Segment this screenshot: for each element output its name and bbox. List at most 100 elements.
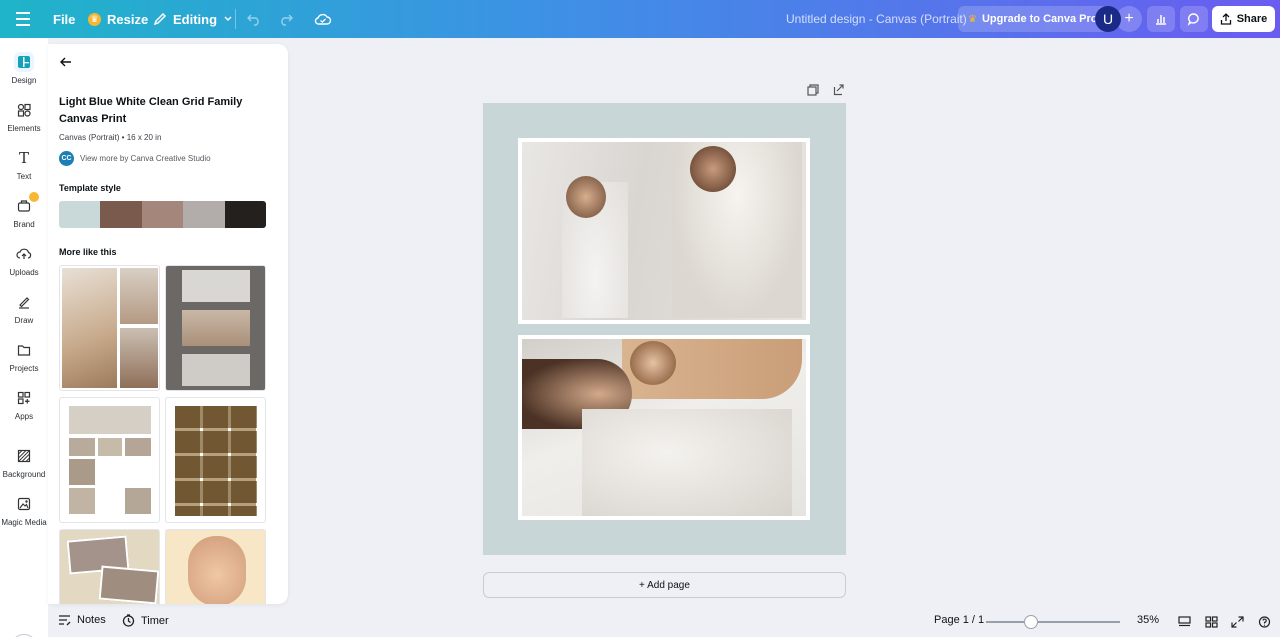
add-page-icon[interactable] — [833, 84, 845, 96]
rail-item-uploads[interactable]: Uploads — [0, 244, 48, 277]
creator-row[interactable]: CC View more by Canva Creative Studio — [59, 151, 211, 166]
apps-icon — [14, 388, 34, 408]
crown-icon: ♛ — [88, 12, 101, 26]
more-like-this-heading: More like this — [59, 247, 117, 257]
zoom-slider-track[interactable] — [986, 621, 1120, 623]
undo-icon — [247, 14, 259, 26]
template-thumbnail[interactable] — [165, 397, 266, 523]
crown-badge-icon — [29, 192, 39, 202]
design-title[interactable]: Untitled design - Canvas (Portrait) — [786, 12, 967, 26]
upgrade-button[interactable]: ♛ Upgrade to Canva Pro — [958, 6, 1108, 32]
toolbar-divider — [235, 9, 236, 29]
rail-label-magic-media: Magic Media — [1, 518, 47, 527]
template-title: Light Blue White Clean Grid Family Canva… — [59, 96, 243, 125]
share-button[interactable]: Share — [1212, 6, 1275, 32]
rail-label-draw: Draw — [14, 316, 34, 325]
template-thumbnail[interactable] — [59, 397, 160, 523]
template-meta: Canvas (Portrait) • 16 x 20 in — [59, 133, 162, 142]
color-palette[interactable] — [59, 201, 266, 228]
page-tools — [807, 84, 845, 96]
photo-frame[interactable] — [518, 138, 810, 324]
editing-label: Editing — [173, 11, 218, 27]
swatch[interactable] — [183, 201, 225, 228]
pencil-icon — [153, 12, 167, 26]
rail-label-elements: Elements — [7, 124, 41, 133]
template-thumbnail[interactable] — [165, 529, 266, 604]
notes-label: Notes — [77, 614, 106, 626]
template-thumbnail[interactable] — [165, 265, 266, 391]
rail-item-magic-media[interactable]: Magic Media — [0, 494, 48, 527]
save-status-button[interactable] — [314, 0, 332, 38]
chevron-down-icon — [224, 16, 232, 22]
avatar[interactable]: U — [1095, 6, 1121, 32]
editing-mode-button[interactable]: Editing — [153, 0, 233, 38]
timer-button[interactable]: Timer — [122, 614, 169, 627]
crown-icon: ♛ — [968, 13, 977, 25]
rail-item-draw[interactable]: Draw — [0, 292, 48, 325]
rail-label-design: Design — [11, 76, 37, 85]
rail-item-projects[interactable]: Projects — [0, 340, 48, 373]
magic-media-icon — [14, 494, 34, 514]
swatch[interactable] — [141, 201, 184, 228]
rail-label-apps: Apps — [14, 412, 34, 421]
redo-button[interactable] — [278, 0, 294, 38]
template-style-heading: Template style — [59, 183, 121, 193]
page-indicator[interactable]: Page 1 / 1 — [934, 614, 984, 626]
rail-item-elements[interactable]: Elements — [0, 100, 48, 133]
rail-item-apps[interactable]: Apps — [0, 388, 48, 421]
redo-icon — [281, 14, 293, 26]
template-thumbnail[interactable] — [59, 265, 160, 391]
rail-item-background[interactable]: Background — [0, 446, 48, 479]
projects-icon — [14, 340, 34, 360]
rail-item-brand[interactable]: Brand — [0, 192, 48, 229]
arrow-left-icon — [60, 57, 71, 67]
top-bar: File ♛ Resize Editing Untitled design - … — [0, 0, 1280, 38]
family-photo-1[interactable] — [522, 142, 806, 320]
rail-item-text[interactable]: T Text — [0, 148, 48, 181]
grid-view-icon[interactable] — [1205, 616, 1218, 628]
undo-button[interactable] — [246, 0, 262, 38]
notes-button[interactable]: Notes — [58, 614, 106, 626]
notes-icon — [59, 615, 71, 626]
background-icon — [14, 446, 34, 466]
fullscreen-icon[interactable] — [1231, 616, 1244, 628]
uploads-icon — [14, 244, 34, 264]
template-details-panel: Light Blue White Clean Grid Family Canva… — [48, 44, 288, 604]
draw-icon — [14, 292, 34, 312]
back-button[interactable] — [59, 55, 73, 74]
share-label: Share — [1236, 13, 1268, 25]
cloud-check-icon — [314, 13, 332, 25]
help-icon[interactable] — [1258, 616, 1271, 628]
resize-label: Resize — [107, 11, 149, 27]
swatch[interactable] — [59, 201, 101, 228]
timer-icon — [122, 614, 135, 627]
rail-label-background: Background — [2, 470, 46, 479]
creator-link[interactable]: View more by Canva Creative Studio — [80, 154, 211, 163]
comments-button[interactable] — [1180, 6, 1208, 32]
rail-item-design[interactable]: Design — [0, 52, 48, 85]
share-upload-icon — [1220, 13, 1231, 25]
family-photo-2[interactable] — [522, 339, 806, 516]
insights-button[interactable] — [1147, 6, 1175, 32]
swatch[interactable] — [224, 201, 266, 228]
swatch[interactable] — [100, 201, 142, 228]
zoom-slider-handle[interactable] — [1024, 615, 1038, 629]
creator-avatar: CC — [59, 151, 74, 166]
main-menu-button[interactable] — [16, 0, 36, 38]
add-page-button[interactable]: + Add page — [483, 572, 846, 598]
page-view-icon[interactable] — [1178, 616, 1191, 628]
elements-icon — [14, 100, 34, 120]
resize-button[interactable]: ♛ Resize — [88, 0, 148, 38]
template-thumbnail[interactable] — [59, 529, 160, 604]
timer-label: Timer — [141, 614, 169, 627]
zoom-level[interactable]: 35% — [1137, 614, 1159, 626]
upgrade-label: Upgrade to Canva Pro — [981, 13, 1098, 25]
file-menu-button[interactable]: File — [53, 0, 75, 38]
duplicate-page-icon[interactable] — [807, 84, 819, 96]
design-icon — [14, 52, 34, 72]
plus-icon: + — [1124, 10, 1134, 27]
photo-frame[interactable] — [518, 335, 810, 520]
file-label: File — [53, 11, 76, 27]
text-icon: T — [18, 149, 29, 167]
design-page[interactable] — [483, 103, 846, 555]
